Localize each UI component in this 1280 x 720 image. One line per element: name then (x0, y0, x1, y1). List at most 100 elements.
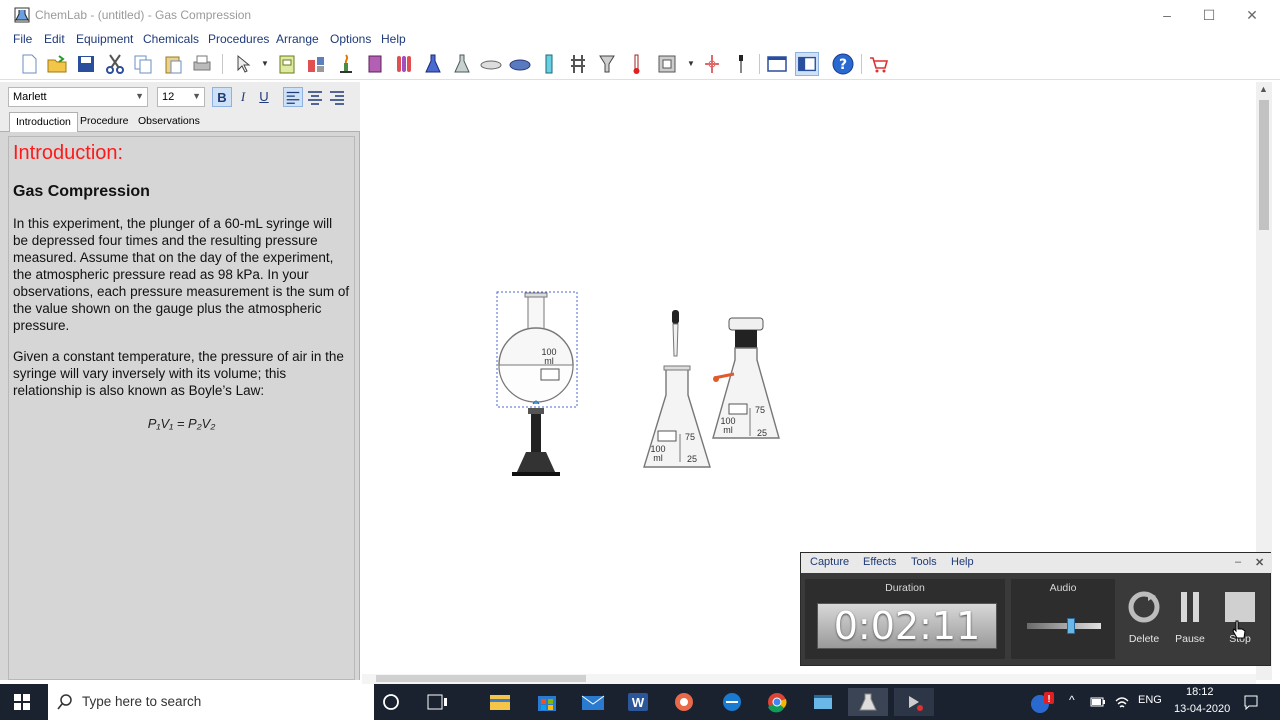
language-indicator[interactable]: ENG (1138, 694, 1162, 706)
scrollbar-thumb[interactable] (376, 675, 586, 682)
erlenmeyer-flask-right[interactable]: 100 ml 75 25 (712, 317, 780, 439)
recorder-close-icon[interactable]: ✕ (1255, 556, 1264, 569)
tab-observations[interactable]: Observations (132, 112, 206, 132)
menu-options[interactable]: Options (330, 32, 371, 46)
duration-panel: Duration 0:02:11 (805, 579, 1005, 659)
apparatus-icon[interactable] (655, 52, 679, 76)
pause-button[interactable]: Pause (1163, 587, 1217, 647)
cylinder-icon[interactable] (537, 52, 561, 76)
burner-icon[interactable] (334, 52, 358, 76)
wifi-icon[interactable] (1114, 694, 1130, 710)
edge-icon[interactable] (712, 688, 752, 716)
paste-icon[interactable] (161, 52, 185, 76)
menu-equipment[interactable]: Equipment (76, 32, 133, 46)
round-bottom-flask[interactable]: 100 ml (496, 291, 578, 408)
windows-start-icon[interactable] (14, 694, 30, 710)
erlenmeyer-icon[interactable] (450, 52, 474, 76)
stand-icon[interactable] (566, 52, 590, 76)
menu-procedures[interactable]: Procedures (208, 32, 269, 46)
recorder-taskbar-icon[interactable] (894, 688, 934, 716)
chrome-icon[interactable] (757, 688, 797, 716)
minimize-button[interactable]: – (1157, 6, 1177, 24)
app-swirl-icon[interactable] (664, 688, 704, 716)
battery-icon[interactable] (1090, 695, 1106, 709)
maximize-button[interactable]: ☐ (1199, 6, 1219, 24)
file-explorer-icon[interactable] (480, 688, 520, 716)
thermometer-icon[interactable] (624, 52, 648, 76)
notifications-icon[interactable] (1243, 694, 1259, 710)
cortana-icon[interactable] (374, 688, 414, 716)
word-icon[interactable]: W (618, 688, 658, 716)
task-view-icon[interactable] (418, 688, 458, 716)
italic-button[interactable]: I (233, 87, 253, 107)
cut-icon[interactable] (103, 52, 127, 76)
erlenmeyer-mark-75: 75 (755, 405, 765, 415)
taskbar-search-box[interactable]: Type here to search (48, 684, 374, 720)
audio-level-thumb[interactable] (1066, 618, 1075, 634)
app-window-icon[interactable] (803, 688, 843, 716)
clock-time[interactable]: 18:12 (1186, 686, 1214, 698)
bunsen-burner[interactable] (512, 400, 560, 476)
shopping-cart-icon[interactable] (867, 52, 891, 76)
apparatus-dropdown-icon[interactable]: ▼ (687, 59, 695, 68)
dropper[interactable] (672, 310, 679, 357)
menu-arrange[interactable]: Arrange (276, 32, 319, 46)
scrollbar-thumb[interactable] (1259, 100, 1269, 230)
audio-level-meter[interactable] (1027, 618, 1101, 634)
align-center-icon[interactable] (305, 87, 325, 107)
new-file-icon[interactable] (17, 52, 41, 76)
underline-button[interactable]: U (254, 87, 274, 107)
chemlab-taskbar-icon[interactable] (848, 688, 888, 716)
recorder-menu-capture[interactable]: Capture (810, 556, 849, 568)
open-folder-icon[interactable] (45, 52, 69, 76)
align-left-icon[interactable] (283, 87, 303, 107)
pointer-tool-icon[interactable] (230, 52, 254, 76)
document-body[interactable]: Introduction: Gas Compression In this ex… (8, 136, 355, 680)
chemlab-app-icon (14, 7, 30, 23)
split-view-icon[interactable] (795, 52, 819, 76)
align-right-icon[interactable] (327, 87, 347, 107)
clamp-icon[interactable] (700, 52, 724, 76)
menu-file[interactable]: File (13, 32, 32, 46)
clock-date[interactable]: 13-04-2020 (1174, 703, 1230, 715)
chemicals-icon[interactable] (304, 52, 328, 76)
horizontal-scrollbar[interactable] (362, 674, 1256, 684)
font-select[interactable]: Marlett ▼ (8, 87, 148, 107)
save-icon[interactable] (74, 52, 98, 76)
watch-glass-icon[interactable] (508, 52, 532, 76)
flask-icon[interactable] (421, 52, 445, 76)
dropper-icon[interactable] (729, 52, 753, 76)
show-hidden-icons-icon[interactable]: ^ (1069, 693, 1075, 707)
recorder-menu-tools[interactable]: Tools (911, 556, 937, 568)
security-alert-icon[interactable]: ! (1028, 690, 1058, 716)
font-size-select[interactable]: 12 ▼ (157, 87, 205, 107)
hand-cursor-icon (1232, 620, 1246, 639)
copy-icon[interactable] (131, 52, 155, 76)
mail-icon[interactable] (573, 688, 613, 716)
bold-button[interactable]: B (212, 87, 232, 107)
chevron-down-icon: ▼ (135, 91, 144, 101)
close-button[interactable]: ✕ (1242, 6, 1262, 24)
equipment-box-icon[interactable] (275, 52, 299, 76)
recorder-menu-effects[interactable]: Effects (863, 556, 896, 568)
store-icon[interactable] (527, 688, 567, 716)
menu-edit[interactable]: Edit (44, 32, 65, 46)
scroll-up-icon[interactable]: ▲ (1259, 84, 1268, 94)
window-view-icon[interactable] (765, 52, 789, 76)
tab-introduction[interactable]: Introduction (9, 112, 78, 132)
recorder-minimize-icon[interactable]: – (1235, 556, 1241, 568)
erlenmeyer-flask-left[interactable]: 100 ml 75 25 (643, 365, 711, 468)
test-tubes-icon[interactable] (392, 52, 416, 76)
erlenmeyer-unit-label: ml (653, 453, 663, 463)
menu-help[interactable]: Help (381, 32, 406, 46)
funnel-icon[interactable] (595, 52, 619, 76)
help-icon[interactable]: ? (831, 52, 855, 76)
pointer-dropdown-icon[interactable]: ▼ (261, 59, 269, 68)
print-icon[interactable] (190, 52, 214, 76)
document-heading: Introduction: (13, 142, 124, 164)
dish-icon[interactable] (479, 52, 503, 76)
beaker-icon[interactable] (363, 52, 387, 76)
recorder-menu-help[interactable]: Help (951, 556, 974, 568)
menu-chemicals[interactable]: Chemicals (143, 32, 199, 46)
tab-procedure[interactable]: Procedure (74, 112, 134, 132)
